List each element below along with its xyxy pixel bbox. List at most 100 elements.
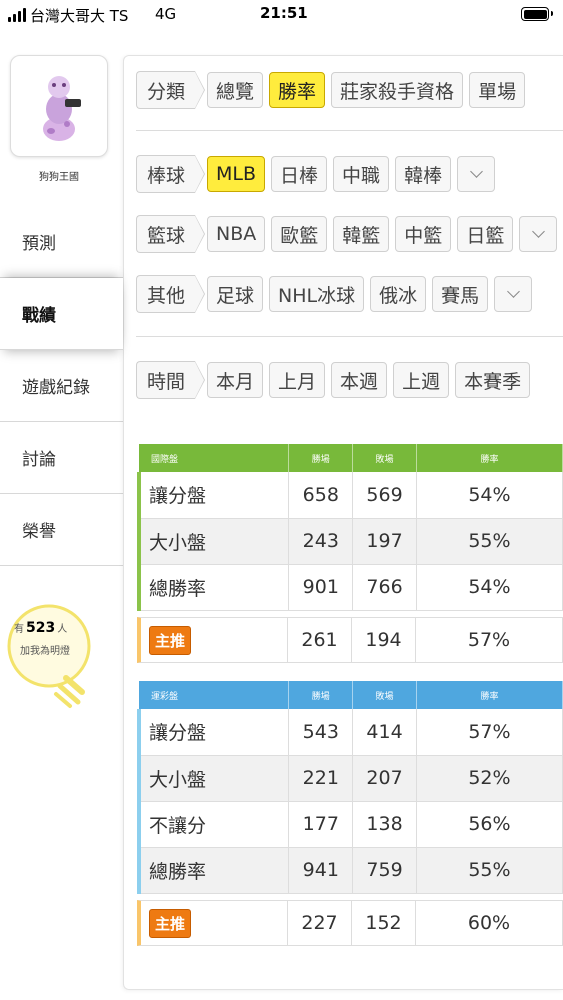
divider bbox=[136, 336, 563, 337]
row-wins: 941 bbox=[288, 847, 354, 894]
chip-bookie-killer[interactable]: 莊家殺手資格 bbox=[331, 72, 464, 108]
row-rate: 54% bbox=[416, 564, 563, 611]
row-wins: 543 bbox=[288, 709, 354, 756]
table-row: 讓分盤 658 569 54% bbox=[137, 472, 563, 519]
chip-this-month[interactable]: 本月 bbox=[207, 362, 264, 398]
chip-japan-basketball[interactable]: 日籃 bbox=[457, 216, 514, 252]
pick-wins: 261 bbox=[288, 618, 352, 662]
sidebar-item-game-log[interactable]: 遊戲紀錄 bbox=[0, 350, 123, 422]
chip-nba[interactable]: NBA bbox=[207, 216, 266, 252]
pick-badge: 主推 bbox=[149, 625, 192, 655]
row-losses: 207 bbox=[352, 755, 417, 802]
row-rate: 56% bbox=[416, 801, 563, 848]
baseball-label: 棒球 bbox=[136, 155, 206, 193]
lightbulb-count-line: 有 523 人 bbox=[14, 620, 68, 636]
sidebar-item-record[interactable]: 戰績 bbox=[0, 278, 123, 350]
row-rate: 54% bbox=[416, 472, 563, 519]
row-name: 總勝率 bbox=[137, 564, 290, 611]
row-name: 大小盤 bbox=[137, 755, 290, 802]
chip-china-basketball[interactable]: 中籃 bbox=[395, 216, 452, 252]
header-losses: 敗場 bbox=[352, 681, 417, 709]
intl-pick-row: 主推 261 194 57% bbox=[137, 617, 563, 663]
row-losses: 766 bbox=[352, 564, 417, 611]
chip-mlb[interactable]: MLB bbox=[207, 156, 266, 192]
chip-korea-basketball[interactable]: 韓籃 bbox=[333, 216, 390, 252]
chevron-down-icon bbox=[506, 285, 520, 298]
chip-this-season[interactable]: 本賽季 bbox=[455, 362, 531, 398]
row-wins: 243 bbox=[288, 518, 354, 565]
chip-cpbl[interactable]: 中職 bbox=[333, 156, 390, 192]
lightbulb-caption: 加我為明燈 bbox=[20, 646, 70, 657]
row-losses: 197 bbox=[352, 518, 417, 565]
chip-last-month[interactable]: 上月 bbox=[269, 362, 326, 398]
pick-badge: 主推 bbox=[149, 908, 192, 938]
category-filter-row: 分類 總覽 勝率 莊家殺手資格 單場 bbox=[136, 70, 531, 110]
avatar-image bbox=[43, 75, 81, 141]
carrier-name: 台灣大哥大 TS bbox=[30, 7, 129, 25]
chip-overview[interactable]: 總覽 bbox=[207, 72, 264, 108]
chip-khl[interactable]: 俄冰 bbox=[370, 276, 427, 312]
sidebar-item-honor[interactable]: 榮譽 bbox=[0, 494, 123, 566]
chip-this-week[interactable]: 本週 bbox=[331, 362, 388, 398]
lightbulb-icon[interactable] bbox=[4, 602, 94, 712]
chip-last-week[interactable]: 上週 bbox=[393, 362, 450, 398]
pick-badge-cell: 主推 bbox=[141, 901, 288, 945]
status-bar: 台灣大哥大 TS 4G 21:51 bbox=[0, 0, 563, 30]
table-row: 讓分盤 543 414 57% bbox=[137, 709, 563, 756]
chevron-down-icon bbox=[531, 225, 545, 238]
status-time: 21:51 bbox=[260, 4, 308, 22]
chip-soccer[interactable]: 足球 bbox=[207, 276, 264, 312]
signal-icon bbox=[8, 8, 26, 22]
header-market: 運彩盤 bbox=[139, 681, 290, 709]
chip-npb[interactable]: 日棒 bbox=[271, 156, 328, 192]
row-name: 總勝率 bbox=[137, 847, 290, 894]
table-row: 大小盤 243 197 55% bbox=[137, 518, 563, 565]
row-losses: 138 bbox=[352, 801, 417, 848]
chip-single-game[interactable]: 單場 bbox=[469, 72, 526, 108]
pick-wins: 227 bbox=[288, 901, 352, 945]
avatar[interactable] bbox=[10, 55, 108, 157]
category-label: 分類 bbox=[136, 71, 206, 109]
username: 狗狗王國 bbox=[39, 172, 79, 183]
lottery-odds-table: 運彩盤 勝場 敗場 勝率 讓分盤 543 414 57% 大小盤 221 207… bbox=[137, 681, 563, 894]
intl-odds-table: 國際盤 勝場 敗場 勝率 讓分盤 658 569 54% 大小盤 243 197… bbox=[137, 444, 563, 611]
baseball-filter-row: 棒球 MLB 日棒 中職 韓棒 bbox=[136, 154, 501, 194]
row-wins: 177 bbox=[288, 801, 354, 848]
network-type: 4G bbox=[155, 5, 177, 23]
table-row: 總勝率 941 759 55% bbox=[137, 847, 563, 894]
pick-rate: 57% bbox=[416, 618, 563, 662]
row-rate: 55% bbox=[416, 847, 563, 894]
header-win-rate: 勝率 bbox=[416, 444, 563, 472]
pick-losses: 194 bbox=[352, 618, 416, 662]
row-name: 讓分盤 bbox=[137, 472, 290, 519]
other-more-button[interactable] bbox=[494, 276, 533, 312]
battery-icon bbox=[521, 7, 553, 21]
header-win-rate: 勝率 bbox=[416, 681, 563, 709]
basketball-more-button[interactable] bbox=[519, 216, 558, 252]
row-wins: 901 bbox=[288, 564, 354, 611]
row-name: 大小盤 bbox=[137, 518, 290, 565]
chip-horse-racing[interactable]: 賽馬 bbox=[432, 276, 489, 312]
time-filter-row: 時間 本月 上月 本週 上週 本賽季 bbox=[136, 360, 536, 400]
table-row: 不讓分 177 138 56% bbox=[137, 801, 563, 848]
baseball-more-button[interactable] bbox=[457, 156, 496, 192]
row-rate: 52% bbox=[416, 755, 563, 802]
chip-kbo[interactable]: 韓棒 bbox=[395, 156, 452, 192]
table-row: 大小盤 221 207 52% bbox=[137, 755, 563, 802]
header-wins: 勝場 bbox=[288, 681, 354, 709]
pick-badge-cell: 主推 bbox=[141, 618, 288, 662]
chip-euro-basketball[interactable]: 歐籃 bbox=[271, 216, 328, 252]
sidebar-item-discussion[interactable]: 討論 bbox=[0, 422, 123, 494]
header-losses: 敗場 bbox=[352, 444, 417, 472]
chip-nhl[interactable]: NHL冰球 bbox=[269, 276, 365, 312]
basketball-filter-row: 籃球 NBA 歐籃 韓籃 中籃 日籃 bbox=[136, 214, 563, 254]
row-name: 不讓分 bbox=[137, 801, 290, 848]
other-label: 其他 bbox=[136, 275, 206, 313]
table-row: 總勝率 901 766 54% bbox=[137, 564, 563, 611]
chip-win-rate[interactable]: 勝率 bbox=[269, 72, 326, 108]
sidebar: 狗狗王國 預測 戰績 遊戲紀錄 討論 榮譽 有 523 人 加我為明燈 bbox=[0, 30, 123, 1000]
header-wins: 勝場 bbox=[288, 444, 354, 472]
sidebar-item-predict[interactable]: 預測 bbox=[0, 206, 123, 278]
basketball-label: 籃球 bbox=[136, 215, 206, 253]
header-market: 國際盤 bbox=[139, 444, 290, 472]
